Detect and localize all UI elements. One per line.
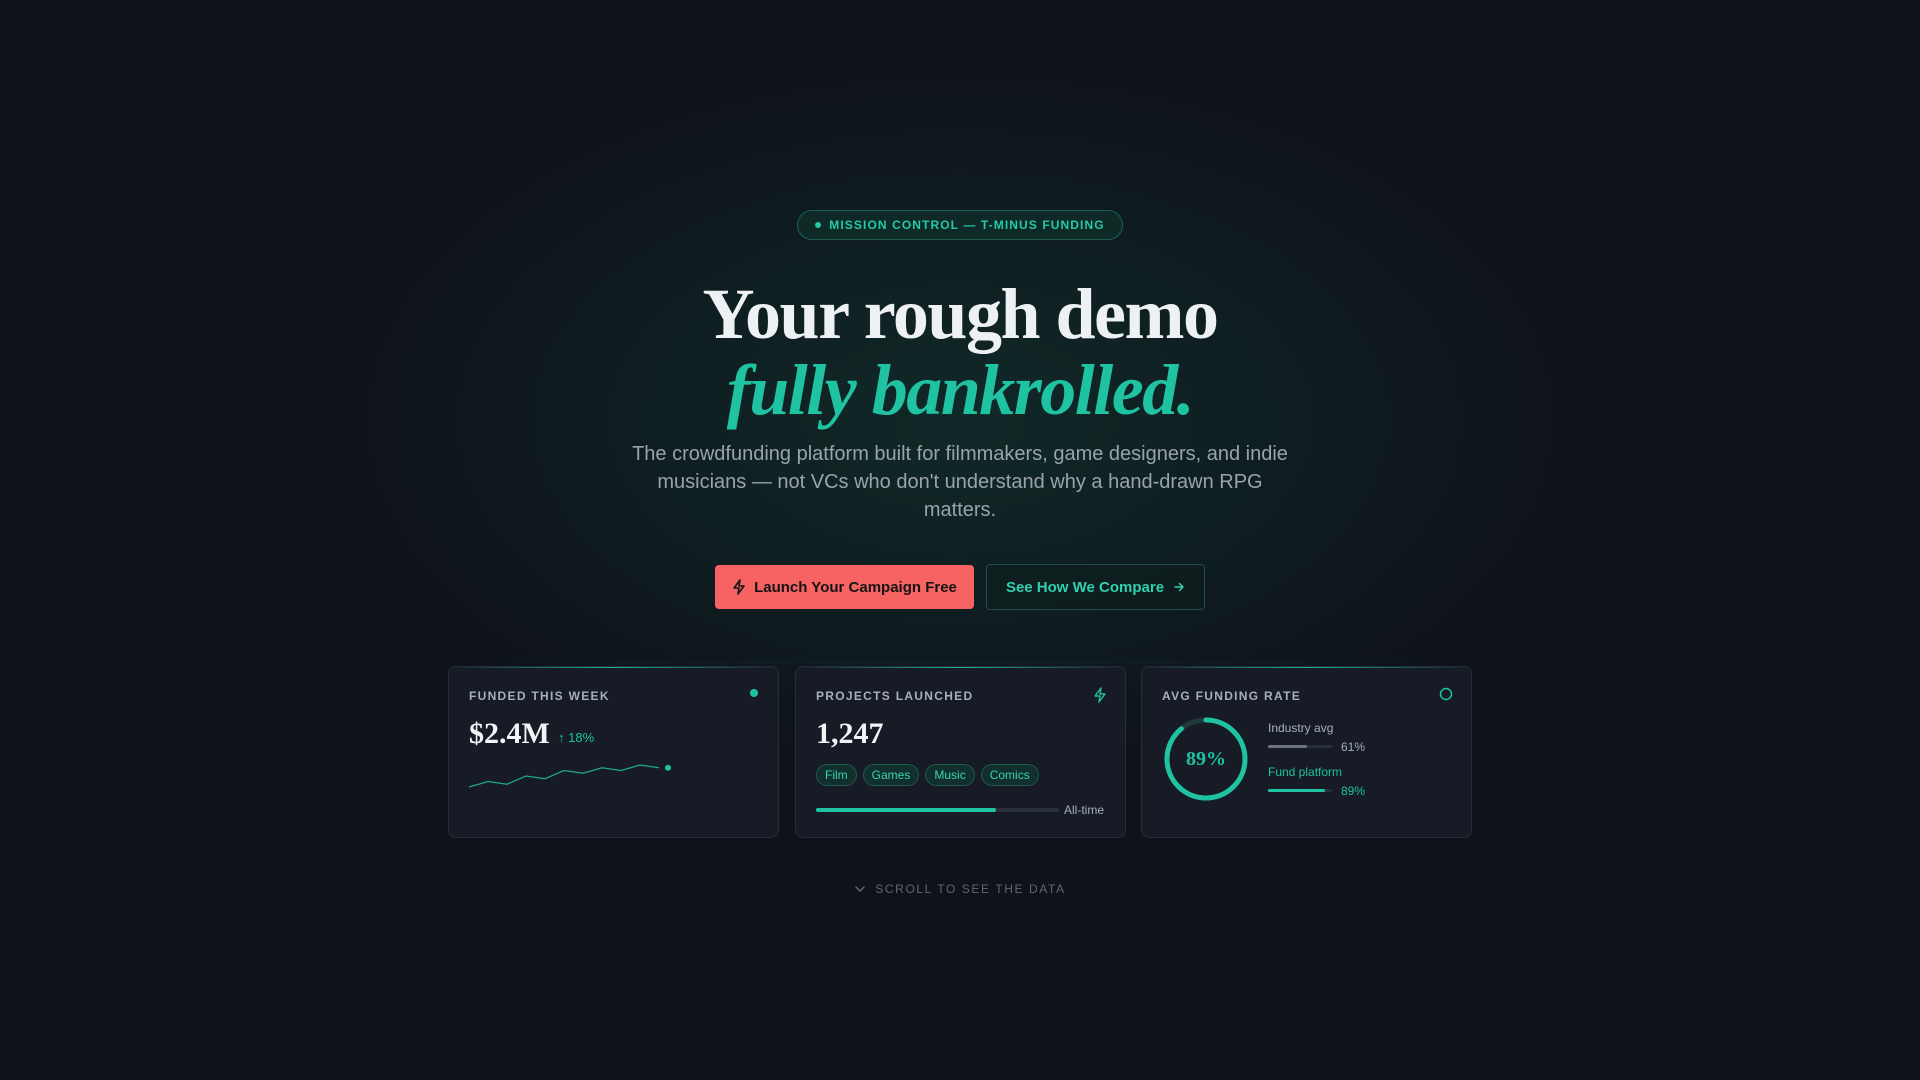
industry-avg-value: 61% bbox=[1341, 740, 1366, 754]
scroll-hint[interactable]: SCROLL TO SEE THE DATA bbox=[0, 882, 1920, 896]
headline-accent: fully bankrolled. bbox=[726, 350, 1195, 430]
projects-value: 1,247 bbox=[816, 717, 884, 750]
hero-subtitle: The crowdfunding platform built for film… bbox=[632, 443, 1288, 521]
status-dot-icon bbox=[750, 689, 758, 697]
launch-campaign-label: Launch Your Campaign Free bbox=[754, 578, 957, 596]
platform-label: Fund platform bbox=[1268, 765, 1343, 779]
industry-avg-label: Industry avg bbox=[1268, 721, 1334, 735]
tag-music[interactable]: Music bbox=[925, 764, 975, 786]
badge-label: MISSION CONTROL — T-MINUS FUNDING bbox=[829, 218, 1105, 232]
all-time-progress-track bbox=[816, 808, 1059, 812]
bolt-icon bbox=[1094, 687, 1106, 703]
tag-comics[interactable]: Comics bbox=[980, 764, 1039, 786]
card-title: FUNDED THIS WEEK bbox=[469, 689, 610, 703]
platform-fill bbox=[1268, 789, 1325, 792]
sparkline-endpoint bbox=[665, 764, 671, 771]
funding-rate-value: 89% bbox=[1186, 747, 1226, 770]
card-title: PROJECTS LAUNCHED bbox=[816, 689, 974, 703]
chevron-down-icon bbox=[855, 886, 866, 893]
projects-launched-card: PROJECTS LAUNCHED 1,247 Film Games Music… bbox=[795, 666, 1126, 838]
industry-avg-fill bbox=[1268, 745, 1308, 748]
bolt-icon bbox=[733, 579, 745, 595]
background-divider bbox=[0, 662, 1920, 663]
all-time-progress-fill bbox=[816, 808, 996, 812]
avg-funding-rate-card: AVG FUNDING RATE 89% Industry avg 61% Fu… bbox=[1141, 666, 1472, 838]
tag-games[interactable]: Games bbox=[862, 764, 920, 786]
scroll-hint-label: SCROLL TO SEE THE DATA bbox=[875, 882, 1066, 896]
status-dot-icon bbox=[815, 222, 822, 228]
card-title: AVG FUNDING RATE bbox=[1162, 689, 1302, 703]
arrow-right-icon bbox=[1174, 582, 1184, 592]
industry-avg-track bbox=[1268, 745, 1332, 748]
circle-outline-icon bbox=[1439, 687, 1453, 701]
launch-campaign-button[interactable]: Launch Your Campaign Free bbox=[715, 565, 974, 609]
platform-value: 89% bbox=[1341, 784, 1366, 798]
category-tags: Film Games Music Comics bbox=[816, 764, 1039, 786]
funded-sparkline bbox=[469, 764, 671, 788]
compare-button[interactable]: See How We Compare bbox=[986, 564, 1205, 610]
progress-label: All-time bbox=[1064, 803, 1105, 817]
funded-this-week-card: FUNDED THIS WEEK $2.4M ↑ 18% bbox=[448, 666, 779, 838]
tag-film[interactable]: Film bbox=[816, 764, 857, 786]
mission-badge: MISSION CONTROL — T-MINUS FUNDING bbox=[797, 210, 1123, 240]
compare-label: See How We Compare bbox=[1005, 578, 1165, 596]
sparkline-line bbox=[469, 764, 660, 788]
background-glow bbox=[0, 0, 1920, 1080]
funded-delta: ↑ 18% bbox=[558, 730, 595, 745]
funded-value: $2.4M bbox=[469, 717, 550, 750]
platform-track bbox=[1268, 789, 1332, 792]
headline: Your rough demo bbox=[702, 274, 1219, 354]
